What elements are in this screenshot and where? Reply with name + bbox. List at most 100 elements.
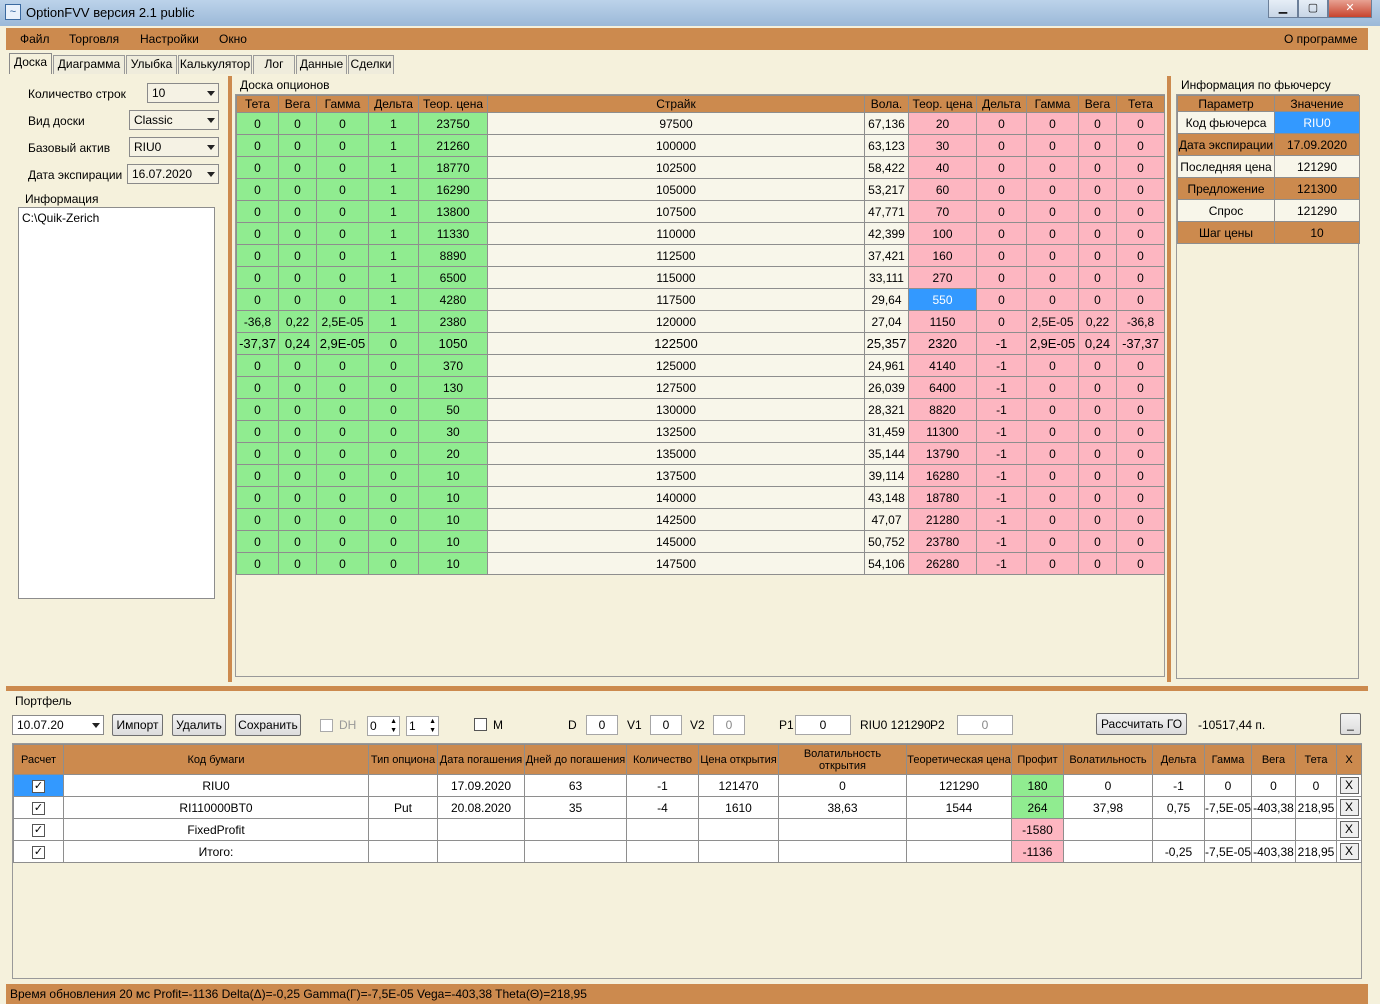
portfolio-cell[interactable]: 37,98 bbox=[1063, 796, 1153, 819]
board-cell[interactable]: 0 bbox=[1026, 288, 1079, 311]
board-header-8[interactable]: Дельта bbox=[976, 95, 1027, 113]
portfolio-cell[interactable]: 0 bbox=[1063, 774, 1153, 797]
tab-calculator[interactable]: Калькулятор bbox=[178, 55, 252, 74]
tab-deals[interactable]: Сделки bbox=[348, 55, 394, 74]
board-cell[interactable]: 112500 bbox=[487, 244, 865, 267]
board-cell[interactable]: 1 bbox=[368, 310, 419, 333]
board-cell[interactable]: 135000 bbox=[487, 442, 865, 465]
board-cell[interactable]: 0 bbox=[1026, 376, 1079, 399]
portfolio-cell[interactable]: 0 bbox=[1251, 774, 1296, 797]
remove-row-button[interactable]: X bbox=[1339, 777, 1359, 794]
board-cell[interactable]: 0 bbox=[278, 134, 317, 157]
board-cell[interactable]: 47,771 bbox=[864, 200, 909, 223]
board-cell[interactable]: 0 bbox=[236, 354, 279, 377]
dh-spin-0[interactable]: 0 ▲ ▼ bbox=[367, 716, 400, 736]
board-cell[interactable]: 0 bbox=[1116, 376, 1165, 399]
board-cell[interactable]: 0 bbox=[316, 354, 369, 377]
board-cell[interactable]: 0 bbox=[1026, 464, 1079, 487]
board-cell[interactable]: 115000 bbox=[487, 266, 865, 289]
board-header-6[interactable]: Вола. bbox=[864, 95, 909, 113]
dh-checkbox[interactable] bbox=[320, 719, 333, 732]
board-cell[interactable]: 10 bbox=[418, 508, 488, 531]
board-cell[interactable]: 8890 bbox=[418, 244, 488, 267]
board-cell[interactable]: -37,37 bbox=[236, 332, 279, 355]
board-cell[interactable]: 29,64 bbox=[864, 288, 909, 311]
board-cell[interactable]: 1050 bbox=[418, 332, 488, 355]
portfolio-cell[interactable]: Итого: bbox=[63, 840, 369, 863]
board-cell[interactable]: 0 bbox=[976, 222, 1027, 245]
board-cell[interactable]: 4280 bbox=[418, 288, 488, 311]
portfolio-cell[interactable]: 20.08.2020 bbox=[437, 796, 525, 819]
portfolio-cell[interactable]: 0 bbox=[778, 774, 907, 797]
portfolio-cell[interactable] bbox=[524, 818, 627, 841]
board-cell[interactable]: 0 bbox=[278, 552, 317, 575]
board-cell[interactable]: -1 bbox=[976, 420, 1027, 443]
board-cell[interactable]: 0 bbox=[236, 398, 279, 421]
board-cell[interactable]: 0 bbox=[1026, 398, 1079, 421]
minimize-button[interactable]: ▁ bbox=[1268, 0, 1298, 18]
board-cell[interactable]: 0 bbox=[1078, 178, 1117, 201]
board-header-2[interactable]: Гамма bbox=[316, 95, 369, 113]
m-checkbox[interactable] bbox=[474, 718, 487, 731]
board-cell[interactable]: 0 bbox=[236, 508, 279, 531]
portfolio-cell[interactable]: 17.09.2020 bbox=[437, 774, 525, 797]
board-cell[interactable]: 0 bbox=[1026, 266, 1079, 289]
portfolio-cell[interactable]: 0 bbox=[1295, 774, 1337, 797]
board-cell[interactable]: -1 bbox=[976, 530, 1027, 553]
board-cell[interactable]: 102500 bbox=[487, 156, 865, 179]
board-cell[interactable]: 0 bbox=[976, 156, 1027, 179]
board-cell[interactable]: 270 bbox=[908, 266, 977, 289]
board-cell[interactable]: 0 bbox=[1116, 156, 1165, 179]
portfolio-cell[interactable]: -7,5E-05 bbox=[1204, 840, 1252, 863]
board-cell[interactable]: 0 bbox=[1026, 134, 1079, 157]
board-cell[interactable]: 0 bbox=[1116, 464, 1165, 487]
board-cell[interactable]: 0 bbox=[368, 354, 419, 377]
board-cell[interactable]: 2,5E-05 bbox=[1026, 310, 1079, 333]
import-button[interactable]: Импорт bbox=[112, 714, 163, 736]
board-cell[interactable]: 1 bbox=[368, 266, 419, 289]
portfolio-cell[interactable]: -7,5E-05 bbox=[1204, 796, 1252, 819]
board-cell[interactable]: 6400 bbox=[908, 376, 977, 399]
board-cell[interactable]: 0 bbox=[316, 486, 369, 509]
board-cell[interactable]: 0 bbox=[1078, 420, 1117, 443]
board-cell[interactable]: 0 bbox=[316, 398, 369, 421]
check-icon[interactable]: ✓ bbox=[32, 824, 45, 837]
board-cell[interactable]: 137500 bbox=[487, 464, 865, 487]
board-cell[interactable]: 0 bbox=[976, 178, 1027, 201]
portfolio-cell[interactable]: 1610 bbox=[698, 796, 779, 819]
remove-row-button[interactable]: X bbox=[1339, 843, 1359, 860]
board-cell[interactable]: 0 bbox=[316, 200, 369, 223]
board-cell[interactable]: 0 bbox=[236, 530, 279, 553]
board-cell[interactable]: 0 bbox=[236, 200, 279, 223]
portfolio-header-12[interactable]: Гамма bbox=[1204, 744, 1252, 775]
menu-about[interactable]: О программе bbox=[1284, 32, 1357, 46]
board-cell[interactable]: 0 bbox=[278, 442, 317, 465]
board-cell[interactable]: 0 bbox=[1026, 178, 1079, 201]
d-input[interactable]: 0 bbox=[586, 715, 618, 735]
board-cell[interactable]: 0 bbox=[1078, 288, 1117, 311]
remove-row-button[interactable]: X bbox=[1339, 799, 1359, 816]
expiration-select[interactable]: 16.07.2020 bbox=[127, 164, 219, 184]
board-cell[interactable]: 47,07 bbox=[864, 508, 909, 531]
board-header-10[interactable]: Вега bbox=[1078, 95, 1117, 113]
tab-board[interactable]: Доска bbox=[9, 53, 52, 74]
close-button[interactable]: ✕ bbox=[1328, 0, 1372, 18]
board-cell[interactable]: 0 bbox=[1078, 552, 1117, 575]
portfolio-cell[interactable]: 218,95 bbox=[1295, 840, 1337, 863]
board-cell[interactable]: 2,9E-05 bbox=[316, 332, 369, 355]
splitter-left[interactable] bbox=[228, 76, 232, 682]
board-cell[interactable]: 117500 bbox=[487, 288, 865, 311]
portfolio-cell[interactable] bbox=[368, 818, 438, 841]
calc-checkbox-cell[interactable]: ✓ bbox=[13, 774, 64, 797]
board-cell[interactable]: 0 bbox=[1026, 244, 1079, 267]
board-cell[interactable]: 0 bbox=[278, 200, 317, 223]
board-cell[interactable]: 0 bbox=[316, 112, 369, 135]
remove-row-button[interactable]: X bbox=[1339, 821, 1359, 838]
board-cell[interactable]: 0 bbox=[278, 354, 317, 377]
portfolio-cell[interactable]: -1580 bbox=[1011, 818, 1064, 841]
board-cell[interactable]: 10 bbox=[418, 464, 488, 487]
portfolio-cell[interactable] bbox=[368, 840, 438, 863]
portfolio-cell[interactable]: RIU0 bbox=[63, 774, 369, 797]
v2-input[interactable]: 0 bbox=[713, 715, 745, 735]
board-cell[interactable]: 1 bbox=[368, 178, 419, 201]
